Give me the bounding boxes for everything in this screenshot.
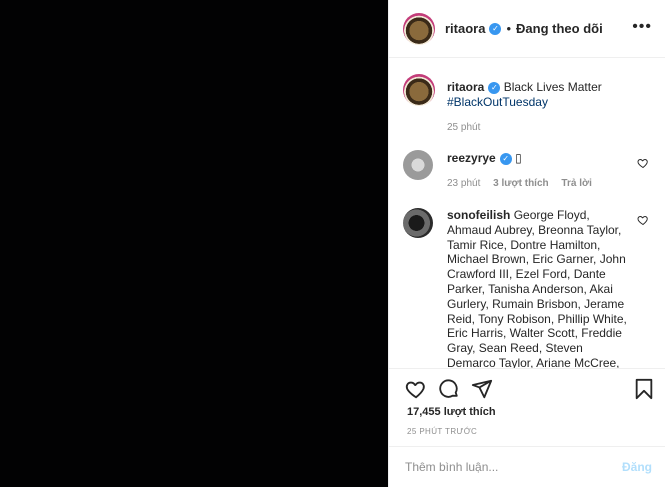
verified-icon: ✓ [499,152,512,165]
comment-username[interactable]: sonofeilish [447,208,510,222]
following-button[interactable]: Đang theo dõi [516,21,603,36]
comment-likes[interactable]: 3 lượt thích [493,178,548,189]
list-item: sonofeilish George Floyd, Ahmaud Aubrey,… [403,208,653,368]
bookmark-icon[interactable] [633,378,655,400]
likes-count[interactable]: 17,455 lượt thích [407,406,496,418]
avatar[interactable] [403,12,435,45]
author-username[interactable]: ritaora [445,21,485,36]
comment-icon[interactable] [438,378,460,400]
reply-button[interactable]: Trả lời [561,178,591,189]
caption-text: Black Lives Matter [503,80,602,94]
list-item: reezyrye ✓ ▯ 23 phút 3 lượt thích Trả lời [403,150,653,189]
heart-icon[interactable] [637,214,649,226]
post-timestamp[interactable]: 25 PHÚT TRƯỚC [407,427,477,436]
comments-list[interactable]: ritaora ✓ Black Lives Matter #BlackOutTue… [389,58,665,368]
post-panel: ritaora ✓ • Đang theo dõi ••• ritaora ✓ B… [388,0,665,487]
avatar[interactable] [403,150,433,180]
post-dialog: ritaora ✓ • Đang theo dõi ••• ritaora ✓ B… [0,0,665,487]
heart-icon[interactable] [405,378,427,400]
comment-text: George Floyd, Ahmaud Aubrey, Breonna Tay… [447,208,627,368]
separator: • [506,21,512,36]
comment-time[interactable]: 23 phút [447,178,480,189]
add-comment-bar: Đăng [389,446,665,487]
verified-icon: ✓ [488,81,501,94]
action-bar [389,368,665,408]
hashtag-link[interactable]: #BlackOutTuesday [447,95,548,109]
share-icon[interactable] [471,378,493,400]
post-comment-button[interactable]: Đăng [622,460,652,474]
caption-time[interactable]: 25 phút [447,122,480,133]
comment-input[interactable] [405,460,622,474]
caption-username[interactable]: ritaora [447,80,484,94]
comment-username[interactable]: reezyrye [447,151,496,165]
more-icon[interactable]: ••• [632,19,652,35]
verified-icon: ✓ [489,22,502,35]
comment-text: ▯ [515,151,522,165]
avatar[interactable] [403,208,433,238]
heart-icon[interactable] [637,157,649,169]
post-header: ritaora ✓ • Đang theo dõi ••• [389,0,665,58]
avatar[interactable] [403,74,435,106]
caption: ritaora ✓ Black Lives Matter #BlackOutTue… [403,74,653,133]
post-image[interactable] [0,0,388,487]
